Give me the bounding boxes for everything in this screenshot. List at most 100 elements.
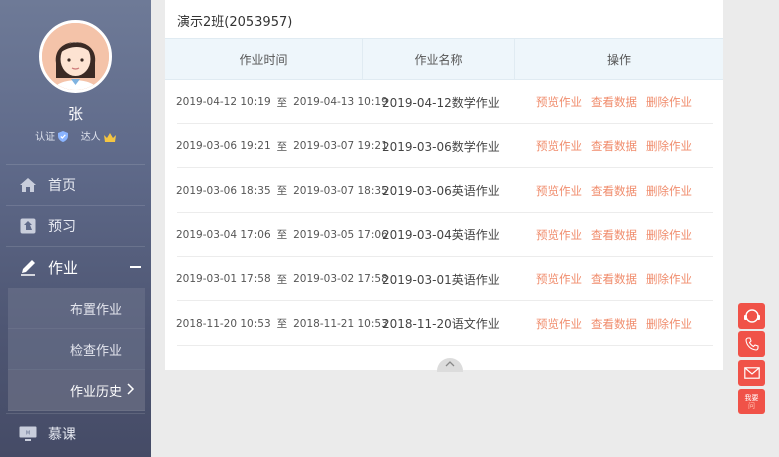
nav-preview[interactable]: 预习: [6, 205, 145, 246]
preview-homework-link[interactable]: 预览作业: [536, 316, 582, 332]
homework-name: 2018-11-20语文作业: [382, 317, 500, 331]
preview-homework-link[interactable]: 预览作业: [536, 94, 582, 110]
mooc-icon: M: [6, 426, 48, 442]
preview-homework-link[interactable]: 预览作业: [536, 271, 582, 287]
nav-mooc-label: 慕课: [48, 427, 76, 443]
start-time: 2019-03-06 19:21: [176, 140, 271, 153]
headset-icon: [743, 309, 760, 323]
table-row: 2019-03-01 17:58 至 2019-03-02 17:58 2019-03…: [165, 257, 723, 302]
svg-text:M: M: [26, 431, 30, 437]
homework-time: 2019-03-01 17:58 至 2019-03-02 17:58: [176, 257, 388, 301]
column-header-actions: 操作: [606, 52, 631, 67]
homework-name: 2019-03-01英语作业: [382, 272, 500, 287]
to-word: 至: [276, 96, 288, 109]
avatar[interactable]: [39, 20, 112, 93]
sub-check-homework-label: 检查作业: [70, 343, 123, 359]
homework-time: 2019-03-06 19:21 至 2019-03-07 19:21: [176, 124, 388, 168]
start-time: 2019-03-04 17:06: [176, 228, 271, 241]
sidebar: 张 认证 达人 首页 预习 作业 布置作业 检查作业 作业历史 M 慕课: [0, 0, 151, 457]
homework-name: 2019-04-12数学作业: [382, 95, 500, 110]
to-word: 至: [276, 229, 288, 242]
end-time: 2019-04-13 10:19: [293, 96, 388, 108]
start-time: 2019-03-06 18:35: [176, 184, 271, 197]
delete-homework-link[interactable]: 删除作业: [646, 227, 692, 243]
expert-label: 达人: [80, 132, 101, 143]
view-data-link[interactable]: 查看数据: [591, 227, 637, 243]
delete-homework-link[interactable]: 删除作业: [646, 183, 692, 199]
homework-time: 2019-03-04 17:06 至 2019-03-05 17:06: [176, 213, 388, 257]
homework-history-card: 演示2班(2053957) 作业时间 作业名称 操作 2019-04-12 10…: [165, 0, 723, 372]
end-time: 2019-03-07 18:35: [293, 184, 388, 197]
to-word: 至: [276, 318, 288, 330]
chevron-up-icon: [445, 361, 455, 367]
end-time: 2019-03-02 17:58: [293, 273, 388, 286]
view-data-link[interactable]: 查看数据: [591, 94, 637, 110]
end-time: 2019-03-07 19:21: [293, 140, 388, 153]
sub-homework-history-label: 作业历史: [70, 384, 123, 400]
delete-homework-link[interactable]: 删除作业: [646, 94, 692, 110]
chevron-right-icon: [127, 383, 135, 395]
to-word: 至: [276, 140, 288, 153]
mail-icon: [743, 367, 760, 379]
table-row: 2019-03-06 18:35 至 2019-03-07 18:35 2019-03…: [165, 169, 723, 213]
nav-mooc[interactable]: M 慕课: [6, 413, 145, 454]
delete-homework-link[interactable]: 删除作业: [646, 138, 692, 154]
ask-question-button[interactable]: 我要 问: [738, 389, 765, 414]
homework-name: 2019-03-06数学作业: [382, 139, 500, 154]
homework-actions: 预览作业 查看数据 删除作业: [536, 257, 701, 301]
to-word: 至: [276, 185, 288, 198]
preview-homework-link[interactable]: 预览作业: [536, 138, 582, 154]
homework-actions: 预览作业 查看数据 删除作业: [536, 124, 701, 168]
to-word: 至: [276, 273, 288, 286]
homework-actions: 预览作业 查看数据 删除作业: [536, 213, 701, 257]
nav-home-label: 首页: [48, 178, 76, 194]
user-badges: 认证 达人: [0, 128, 151, 143]
ask-question-label-2: 问: [748, 401, 755, 410]
user-name: 张: [67, 105, 83, 123]
nav-home[interactable]: 首页: [6, 164, 145, 205]
email-button[interactable]: [738, 360, 765, 386]
verified-label: 认证: [35, 132, 56, 143]
collapse-up-button[interactable]: [437, 358, 463, 372]
collapse-minus-icon[interactable]: [130, 266, 141, 268]
preview-homework-link[interactable]: 预览作业: [536, 227, 582, 243]
homework-actions: 预览作业 查看数据 删除作业: [536, 169, 701, 213]
ask-question-label: 我要: [744, 393, 759, 402]
shield-icon: [58, 131, 69, 142]
end-time: 2018-11-21 10:53: [293, 317, 388, 330]
customer-service-button[interactable]: [738, 303, 765, 329]
sub-check-homework[interactable]: 检查作业: [8, 329, 145, 370]
pencil-icon: [6, 258, 48, 276]
delete-homework-link[interactable]: 删除作业: [646, 271, 692, 287]
crown-icon: [103, 133, 116, 142]
view-data-link[interactable]: 查看数据: [591, 138, 637, 154]
start-time: 2018-11-20 10:53: [176, 317, 271, 330]
sub-assign-homework-label: 布置作业: [70, 302, 123, 318]
homework-actions: 预览作业 查看数据 删除作业: [536, 80, 701, 124]
column-header-time: 作业时间: [165, 39, 363, 79]
sub-assign-homework[interactable]: 布置作业: [8, 288, 145, 329]
homework-name: 2019-03-06英语作业: [382, 184, 500, 199]
delete-homework-link[interactable]: 删除作业: [646, 316, 692, 332]
preview-homework-link[interactable]: 预览作业: [536, 183, 582, 199]
view-data-link[interactable]: 查看数据: [591, 316, 637, 332]
nav-homework[interactable]: 作业: [6, 246, 145, 287]
phone-button[interactable]: [738, 331, 765, 357]
phone-icon: [744, 337, 759, 351]
homework-actions: 预览作业 查看数据 删除作业: [536, 302, 701, 346]
start-time: 2019-03-01 17:58: [176, 273, 271, 286]
row-divider: [177, 344, 713, 346]
preview-icon: [6, 218, 48, 234]
nav-preview-label: 预习: [48, 219, 76, 235]
start-time: 2019-04-12 10:19: [176, 96, 271, 108]
table-row: 2018-11-20 10:53 至 2018-11-21 10:53 2018-11…: [165, 302, 723, 346]
table-row: 2019-03-04 17:06 至 2019-03-05 17:06 2019-03…: [165, 213, 723, 257]
class-title: 演示2班(2053957): [177, 15, 293, 30]
homework-time: 2019-03-06 18:35 至 2019-03-07 18:35: [176, 169, 388, 213]
view-data-link[interactable]: 查看数据: [591, 183, 637, 199]
homework-time: 2019-04-12 10:19 至 2019-04-13 10:19: [176, 80, 388, 124]
sub-homework-history[interactable]: 作业历史: [8, 370, 145, 411]
view-data-link[interactable]: 查看数据: [591, 271, 637, 287]
homework-name: 2019-03-04英语作业: [382, 228, 500, 243]
table-header: 作业时间 作业名称 操作: [165, 38, 723, 80]
